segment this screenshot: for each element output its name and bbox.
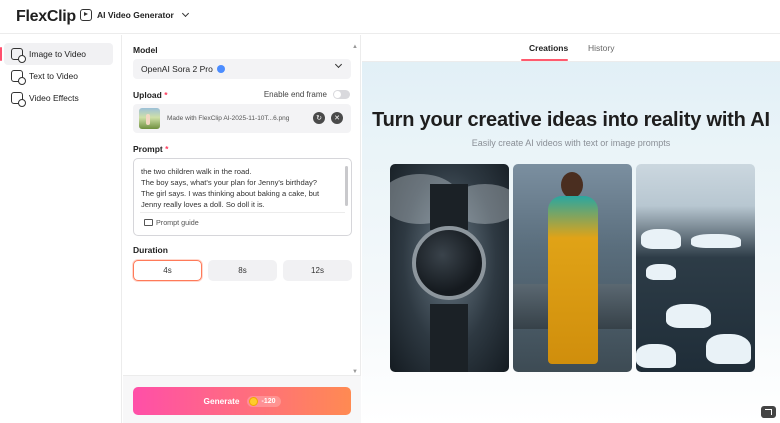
active-tab-indicator (521, 59, 568, 61)
racer-head (561, 172, 583, 198)
showcase-area: Creations History Turn your creative ide… (362, 35, 780, 423)
tab-history[interactable]: History (588, 43, 614, 53)
video-effects-icon (11, 92, 26, 107)
sidebar: Image to Video Text to Video Video Effec… (0, 35, 122, 423)
iceberg-shape (641, 229, 681, 249)
tab-bar: Creations History (362, 35, 780, 62)
watch-face (412, 226, 486, 300)
end-frame-label: Enable end frame (263, 90, 327, 99)
sidebar-item-text-to-video[interactable]: Text to Video (4, 65, 113, 87)
watch-strap (430, 184, 468, 230)
uploaded-image-thumbnail (139, 108, 160, 129)
prompt-guide-button[interactable]: Prompt guide (144, 218, 199, 227)
prompt-textarea[interactable]: the two children walk in the road. The b… (133, 158, 352, 236)
scroll-up-arrow-icon[interactable]: ▲ (352, 44, 358, 50)
tab-creations[interactable]: Creations (529, 43, 568, 53)
prompt-guide-label: Prompt guide (156, 218, 199, 227)
end-frame-row: Enable end frame (264, 90, 350, 99)
text-to-video-icon (11, 70, 26, 85)
generate-button[interactable]: Generate -120 (133, 387, 351, 415)
uploaded-filename: Made with FlexClip AI-2025-11-10T...6.pn… (167, 115, 290, 122)
model-select[interactable]: OpenAI Sora 2 Pro (133, 59, 351, 79)
image-to-video-icon (11, 48, 26, 63)
generate-label: Generate (203, 396, 240, 406)
tool-switch-label: AI Video Generator (97, 10, 174, 20)
coin-icon (249, 396, 259, 406)
iceberg-shape (636, 344, 676, 368)
prompt-label-text: Prompt (133, 144, 163, 154)
divider (140, 212, 345, 213)
watch-strap (430, 304, 468, 372)
upload-label: Upload * (133, 90, 168, 100)
sample-video-racer[interactable] (513, 164, 632, 372)
prompt-text[interactable]: the two children walk in the road. The b… (141, 166, 341, 210)
remove-icon[interactable]: ✕ (331, 112, 343, 124)
sidebar-item-label: Text to Video (29, 71, 78, 81)
chevron-down-icon (181, 9, 189, 18)
sample-video-icebergs[interactable] (636, 164, 755, 372)
duration-option-4s[interactable]: 4s (133, 260, 202, 281)
model-label: Model (133, 45, 158, 55)
duration-option-12s[interactable]: 12s (283, 260, 352, 281)
prompt-scrollbar[interactable] (345, 166, 348, 206)
top-bar: FlexClip AI Video Generator (0, 0, 780, 34)
sidebar-item-label: Video Effects (29, 93, 79, 103)
expand-icon[interactable] (761, 406, 776, 418)
iceberg-shape (646, 264, 676, 280)
flexclip-logo[interactable]: FlexClip (16, 8, 76, 26)
sample-video-watch[interactable] (390, 164, 509, 372)
hero-subtitle: Easily create AI videos with text or ima… (471, 138, 671, 148)
hero-title: Turn your creative ideas into reality wi… (372, 109, 770, 131)
ai-video-icon (80, 9, 92, 21)
credit-cost: -120 (261, 397, 276, 405)
sidebar-item-video-effects[interactable]: Video Effects (4, 87, 113, 109)
sidebar-item-image-to-video[interactable]: Image to Video (0, 43, 113, 65)
chevron-down-icon (334, 60, 343, 69)
racer-suit (548, 196, 598, 364)
generate-footer: Generate -120 (123, 375, 361, 423)
end-frame-toggle[interactable] (333, 90, 350, 99)
uploaded-file[interactable]: Made with FlexClip AI-2025-11-10T...6.pn… (133, 104, 351, 133)
duration-options: 4s 8s 12s (133, 260, 352, 281)
duration-option-8s[interactable]: 8s (208, 260, 277, 281)
required-mark: * (164, 90, 168, 100)
model-value: OpenAI Sora 2 Pro (141, 64, 213, 74)
settings-panel: ▲ Model OpenAI Sora 2 Pro Upload * Enabl… (123, 35, 361, 423)
credit-cost-badge: -120 (247, 395, 281, 407)
iceberg-shape (666, 304, 711, 328)
replace-icon[interactable]: ↻ (313, 112, 325, 124)
iceberg-shape (691, 234, 741, 248)
upload-label-text: Upload (133, 90, 162, 100)
required-mark: * (165, 144, 169, 154)
sidebar-item-label: Image to Video (29, 49, 87, 59)
model-badge-icon (216, 65, 225, 73)
duration-label: Duration (133, 245, 168, 255)
iceberg-shape (706, 334, 751, 364)
book-icon (144, 219, 153, 226)
prompt-label: Prompt * (133, 144, 168, 154)
tool-switch-dropdown[interactable]: AI Video Generator (80, 9, 189, 21)
